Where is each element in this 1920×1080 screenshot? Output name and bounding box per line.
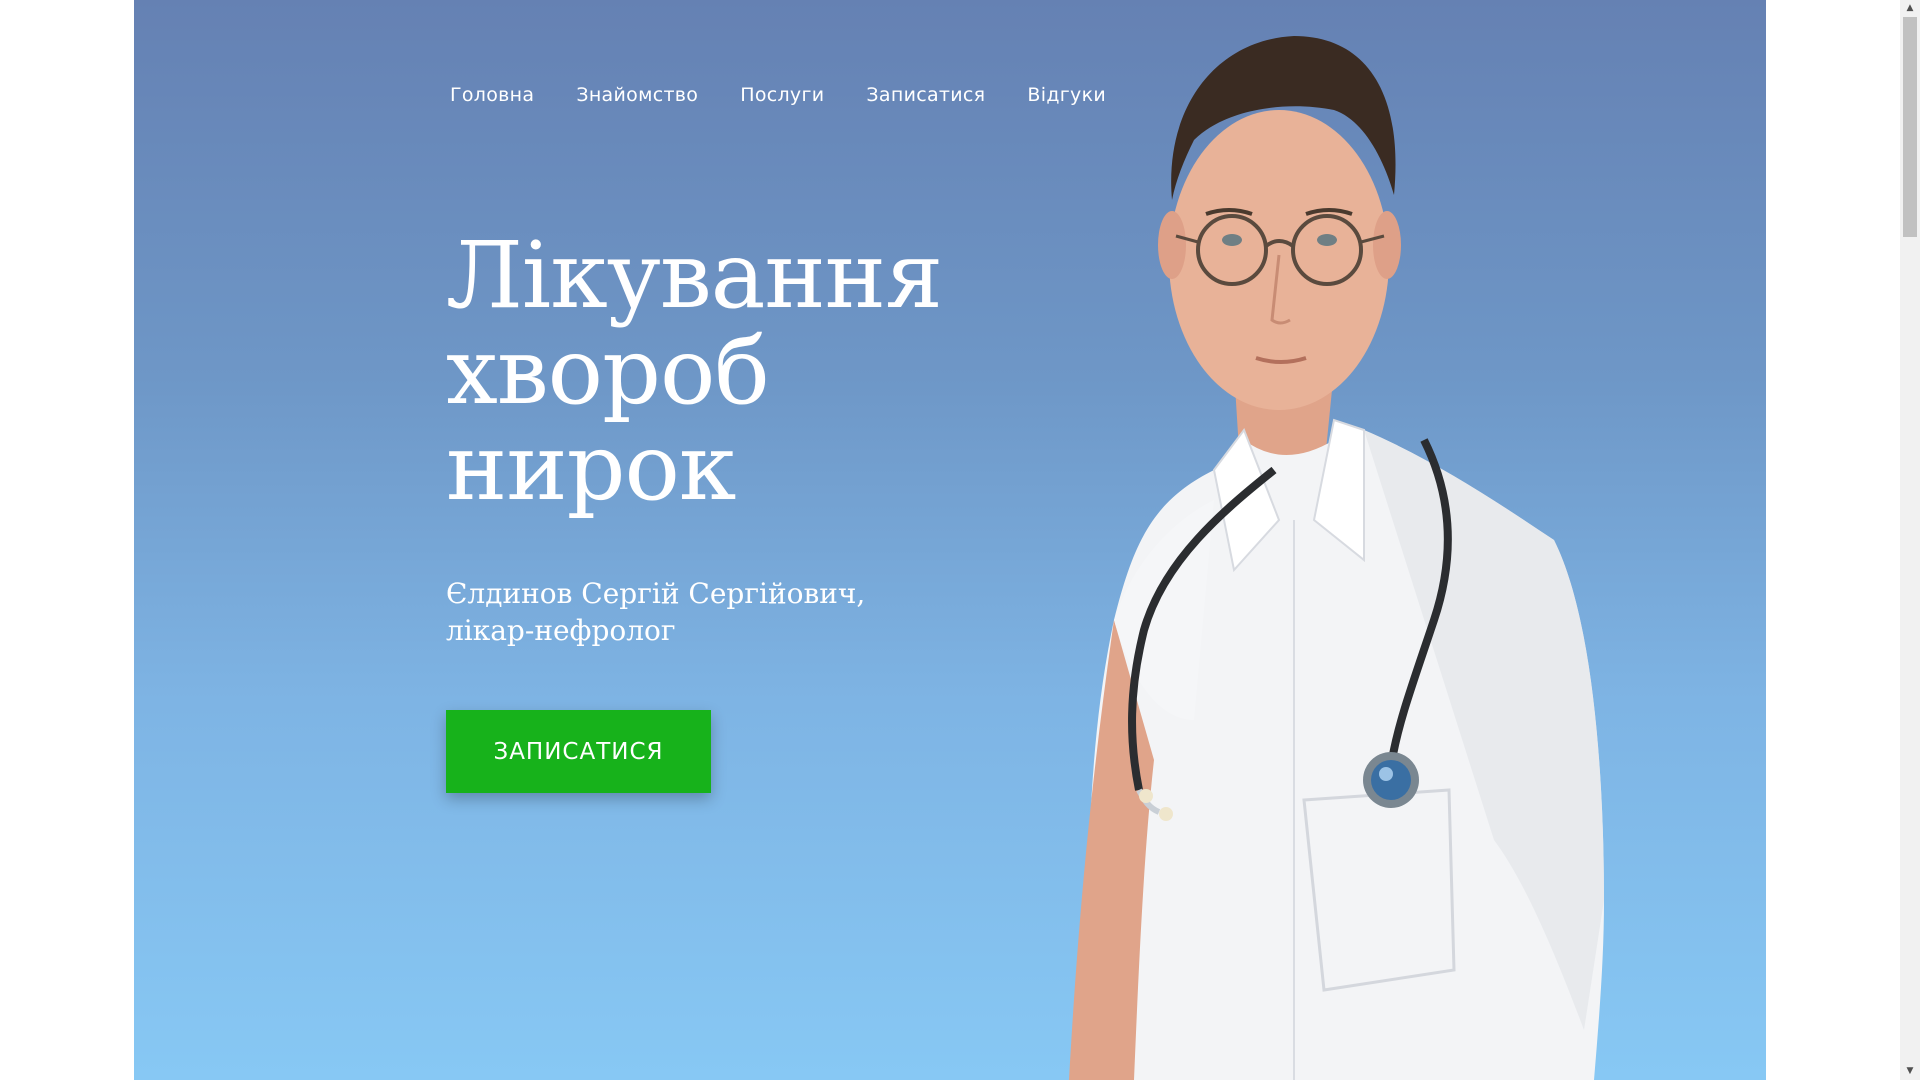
- nav-item-services[interactable]: Послуги: [740, 84, 824, 106]
- scroll-down-arrow-icon[interactable]: ▼: [1900, 1063, 1920, 1080]
- doctor-profession: лікар-нефролог: [446, 614, 676, 647]
- doctor-photo: [1069, 36, 1604, 1080]
- hero-section: Головна Знайомство Послуги Записатися Ві…: [134, 0, 1766, 1080]
- nav-item-about[interactable]: Знайомство: [576, 84, 698, 106]
- scroll-up-arrow-icon[interactable]: ▲: [1900, 0, 1920, 17]
- doctor-info: Єлдинов Сергій Сергійович, лікар-нефроло…: [446, 575, 865, 649]
- page-scrollbar[interactable]: ▲ ▼: [1900, 0, 1920, 1080]
- doctor-name: Єлдинов Сергій Сергійович,: [446, 577, 866, 610]
- scroll-thumb[interactable]: [1903, 17, 1917, 237]
- nav-item-home[interactable]: Головна: [450, 84, 534, 106]
- book-appointment-button[interactable]: ЗАПИСАТИСЯ: [446, 710, 711, 793]
